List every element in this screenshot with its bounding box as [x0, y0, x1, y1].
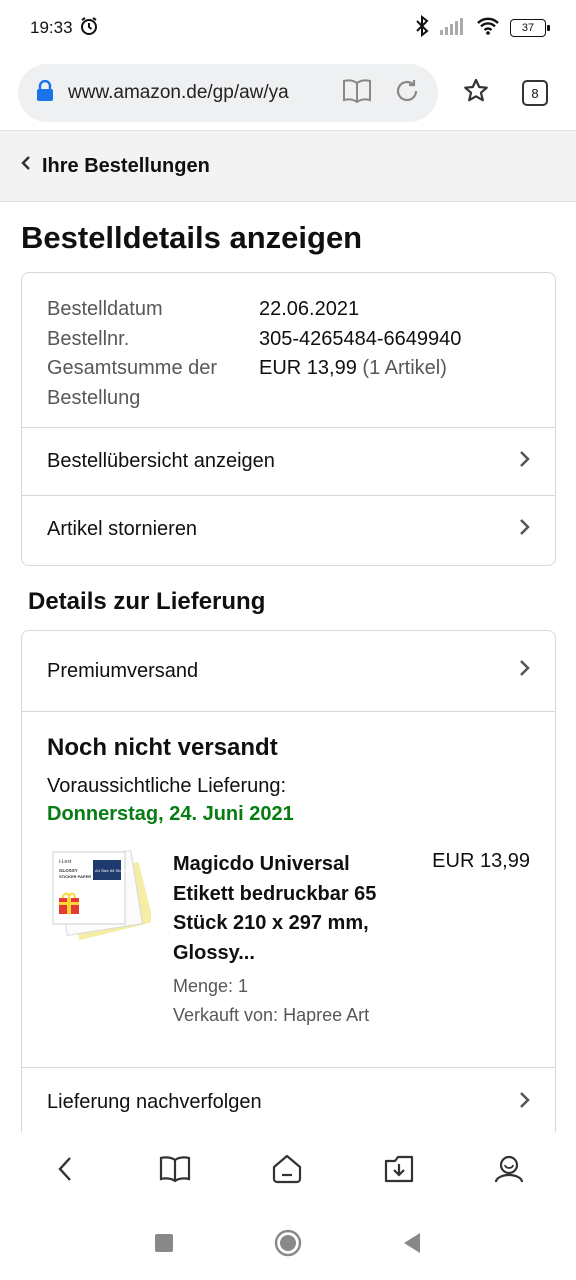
delivery-heading: Details zur Lieferung	[28, 588, 266, 615]
clock: 19:33	[30, 18, 73, 37]
alarm-icon	[79, 16, 99, 41]
system-nav-bar	[0, 1210, 576, 1280]
bluetooth-icon	[414, 14, 430, 42]
page-title: Bestelldetails anzeigen	[21, 220, 363, 255]
chevron-left-icon	[20, 154, 32, 178]
thumb-badge: A4 Size 65 Sheets	[95, 868, 128, 873]
expected-delivery-date: Donnerstag, 24. Juni 2021	[47, 803, 294, 825]
expected-delivery-label: Voraussichtliche Lieferung:	[47, 775, 287, 797]
delivery-card: Premiumversand Noch nicht versandt Vorau…	[21, 630, 556, 1150]
order-date-label: Bestelldatum	[47, 298, 163, 320]
shipping-method-link[interactable]: Premiumversand	[22, 631, 555, 711]
track-delivery-label: Lieferung nachverfolgen	[47, 1091, 262, 1113]
back-to-orders-link[interactable]: Ihre Bestellungen	[0, 130, 576, 202]
cancel-items-link[interactable]: Artikel stornieren	[22, 495, 555, 563]
order-item: i-Lext GLOSSY STICKER PAPER A4 Size 65 S…	[47, 849, 530, 1030]
product-title-link[interactable]: Magicdo Universal Etikett bedruckbar 65 …	[173, 850, 408, 968]
order-total: EUR 13,99 (1 Artikel)	[259, 354, 530, 413]
back-triangle-icon[interactable]	[402, 1232, 422, 1259]
order-summary-card: Bestelldatum 22.06.2021 Bestellnr. 305-4…	[21, 272, 556, 566]
browser-toolbar: www.amazon.de/gp/aw/ya 8	[0, 56, 576, 130]
url-text: www.amazon.de/gp/aw/ya	[68, 82, 289, 103]
reload-icon[interactable]	[394, 78, 420, 109]
order-number-value: 305-4265484-6649940	[259, 327, 462, 350]
wifi-icon	[476, 16, 500, 41]
chevron-right-icon	[518, 658, 530, 684]
order-overview-link[interactable]: Bestellübersicht anzeigen	[22, 427, 555, 495]
shipment-status: Noch nicht versandt	[47, 734, 278, 761]
back-arrow-icon[interactable]	[51, 1154, 81, 1189]
order-item-count: (1 Artikel)	[362, 357, 447, 379]
product-thumbnail[interactable]: i-Lext GLOSSY STICKER PAPER A4 Size 65 S…	[47, 849, 154, 946]
recents-square-icon[interactable]	[154, 1233, 174, 1258]
back-label: Ihre Bestellungen	[42, 154, 210, 177]
home-icon[interactable]	[270, 1153, 304, 1190]
lock-icon	[36, 79, 54, 107]
product-seller: Verkauft von: Hapree Art	[173, 1005, 370, 1025]
track-delivery-link[interactable]: Lieferung nachverfolgen	[22, 1067, 555, 1137]
address-bar[interactable]: www.amazon.de/gp/aw/ya	[18, 64, 438, 122]
browser-bottom-nav	[0, 1132, 576, 1210]
thumb-line1: GLOSSY	[59, 868, 78, 873]
product-price: EUR 13,99	[432, 850, 530, 872]
order-number-label: Bestellnr.	[47, 327, 130, 350]
cancel-items-label: Artikel stornieren	[47, 518, 198, 540]
thumb-line2: STICKER PAPER	[59, 874, 91, 879]
battery-icon: 37	[510, 19, 550, 37]
bookmarks-book-icon[interactable]	[158, 1154, 192, 1189]
shipping-method-label: Premiumversand	[47, 659, 199, 682]
profile-icon[interactable]	[493, 1153, 525, 1190]
reader-mode-icon[interactable]	[342, 78, 372, 109]
order-overview-label: Bestellübersicht anzeigen	[47, 450, 275, 472]
chevron-right-icon	[518, 449, 530, 475]
tab-count: 8	[531, 85, 539, 101]
battery-level: 37	[521, 22, 535, 34]
shipment-block: Noch nicht versandt Voraussichtliche Lie…	[22, 711, 555, 1067]
order-date-value: 22.06.2021	[259, 298, 360, 320]
signal-icon	[440, 17, 466, 40]
status-bar: 19:33 37	[0, 0, 576, 56]
order-total-label: Gesamtsumme der Bestellung	[47, 357, 218, 409]
tab-count-button[interactable]: 8	[522, 80, 548, 106]
chevron-right-icon	[518, 517, 530, 543]
bookmark-star-icon[interactable]	[462, 77, 490, 110]
product-quantity: Menge: 1	[173, 976, 249, 996]
home-circle-icon[interactable]	[274, 1229, 302, 1262]
chevron-right-icon	[518, 1090, 530, 1116]
thumb-brand: i-Lext	[59, 859, 72, 865]
downloads-icon[interactable]	[382, 1153, 416, 1190]
order-total-value: EUR 13,99	[259, 357, 357, 379]
